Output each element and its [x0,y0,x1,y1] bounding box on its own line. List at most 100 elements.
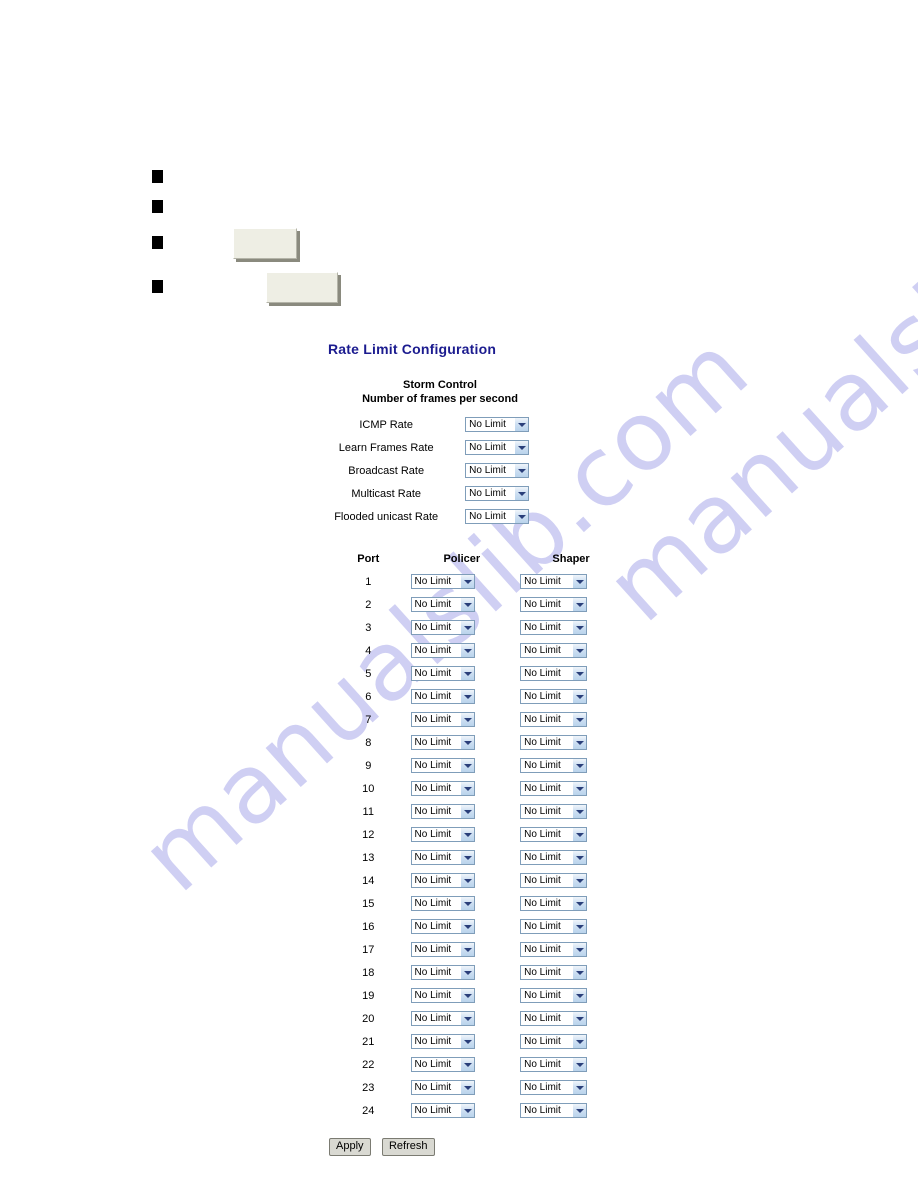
icmp-rate-select[interactable]: No Limit [465,416,530,432]
policer-select[interactable]: No Limit [410,757,475,773]
chevron-down-icon[interactable] [459,781,474,795]
policer-select[interactable]: No Limit [410,964,475,980]
chevron-down-icon[interactable] [459,1080,474,1094]
learn-frames-rate-select[interactable]: No Limit [465,439,530,455]
shaper-select[interactable]: No Limit [520,757,588,773]
shaper-select[interactable]: No Limit [520,964,588,980]
policer-select[interactable]: No Limit [410,734,475,750]
shaper-select[interactable]: No Limit [520,918,588,934]
chevron-down-icon[interactable] [459,919,474,933]
policer-select[interactable]: No Limit [410,895,475,911]
chevron-down-icon[interactable] [572,620,587,634]
shaper-select[interactable]: No Limit [520,987,588,1003]
policer-select[interactable]: No Limit [410,1033,475,1049]
chevron-down-icon[interactable] [572,942,587,956]
chevron-down-icon[interactable] [459,712,474,726]
broadcast-rate-select[interactable]: No Limit [465,462,530,478]
shaper-select[interactable]: No Limit [520,872,588,888]
chevron-down-icon[interactable] [572,758,587,772]
chevron-down-icon[interactable] [459,1057,474,1071]
policer-select[interactable]: No Limit [410,849,475,865]
policer-select[interactable]: No Limit [410,619,475,635]
chevron-down-icon[interactable] [459,735,474,749]
chevron-down-icon[interactable] [459,620,474,634]
shaper-select[interactable]: No Limit [520,941,588,957]
shaper-select[interactable]: No Limit [520,826,588,842]
chevron-down-icon[interactable] [459,827,474,841]
chevron-down-icon[interactable] [572,873,587,887]
policer-select[interactable]: No Limit [410,1010,475,1026]
policer-select[interactable]: No Limit [410,642,475,658]
chevron-down-icon[interactable] [572,896,587,910]
chevron-down-icon[interactable] [572,1011,587,1025]
chevron-down-icon[interactable] [572,1034,587,1048]
shaper-select[interactable]: No Limit [520,665,588,681]
shaper-select[interactable]: No Limit [520,1102,588,1118]
policer-select[interactable]: No Limit [410,688,475,704]
chevron-down-icon[interactable] [572,735,587,749]
chevron-down-icon[interactable] [572,804,587,818]
policer-select[interactable]: No Limit [410,711,475,727]
chevron-down-icon[interactable] [459,1103,474,1117]
policer-select[interactable]: No Limit [410,918,475,934]
policer-select[interactable]: No Limit [410,1079,475,1095]
policer-select[interactable]: No Limit [410,573,475,589]
chevron-down-icon[interactable] [572,666,587,680]
chevron-down-icon[interactable] [459,965,474,979]
chevron-down-icon[interactable] [572,689,587,703]
refresh-button[interactable]: Refresh [381,1138,435,1156]
chevron-down-icon[interactable] [459,643,474,657]
chevron-down-icon[interactable] [459,689,474,703]
chevron-down-icon[interactable] [459,1034,474,1048]
policer-select[interactable]: No Limit [410,826,475,842]
chevron-down-icon[interactable] [459,1011,474,1025]
chevron-down-icon[interactable] [514,509,529,523]
chevron-down-icon[interactable] [572,919,587,933]
policer-select[interactable]: No Limit [410,872,475,888]
shaper-select[interactable]: No Limit [520,734,588,750]
chevron-down-icon[interactable] [459,850,474,864]
chevron-down-icon[interactable] [572,850,587,864]
chevron-down-icon[interactable] [572,574,587,588]
shaper-select[interactable]: No Limit [520,619,588,635]
chevron-down-icon[interactable] [572,781,587,795]
chevron-down-icon[interactable] [459,574,474,588]
chevron-down-icon[interactable] [572,712,587,726]
chevron-down-icon[interactable] [459,942,474,956]
shaper-select[interactable]: No Limit [520,573,588,589]
apply-button[interactable]: Apply [329,1138,371,1156]
policer-select[interactable]: No Limit [410,665,475,681]
chevron-down-icon[interactable] [459,597,474,611]
shaper-select[interactable]: No Limit [520,1056,588,1072]
chevron-down-icon[interactable] [572,1103,587,1117]
policer-select[interactable]: No Limit [410,803,475,819]
chevron-down-icon[interactable] [572,1057,587,1071]
chevron-down-icon[interactable] [572,643,587,657]
chevron-down-icon[interactable] [572,827,587,841]
chevron-down-icon[interactable] [459,873,474,887]
shaper-select[interactable]: No Limit [520,780,588,796]
chevron-down-icon[interactable] [514,440,529,454]
policer-select[interactable]: No Limit [410,780,475,796]
chevron-down-icon[interactable] [514,417,529,431]
policer-select[interactable]: No Limit [410,941,475,957]
shaper-select[interactable]: No Limit [520,642,588,658]
policer-select[interactable]: No Limit [410,987,475,1003]
shaper-select[interactable]: No Limit [520,1033,588,1049]
shaper-select[interactable]: No Limit [520,895,588,911]
shaper-select[interactable]: No Limit [520,688,588,704]
policer-select[interactable]: No Limit [410,1056,475,1072]
chevron-down-icon[interactable] [459,666,474,680]
shaper-select[interactable]: No Limit [520,803,588,819]
shaper-select[interactable]: No Limit [520,1079,588,1095]
chevron-down-icon[interactable] [514,463,529,477]
chevron-down-icon[interactable] [572,1080,587,1094]
shaper-select[interactable]: No Limit [520,1010,588,1026]
policer-select[interactable]: No Limit [410,1102,475,1118]
shaper-select[interactable]: No Limit [520,849,588,865]
chevron-down-icon[interactable] [459,758,474,772]
chevron-down-icon[interactable] [459,896,474,910]
chevron-down-icon[interactable] [572,965,587,979]
multicast-rate-select[interactable]: No Limit [465,485,530,501]
chevron-down-icon[interactable] [572,597,587,611]
